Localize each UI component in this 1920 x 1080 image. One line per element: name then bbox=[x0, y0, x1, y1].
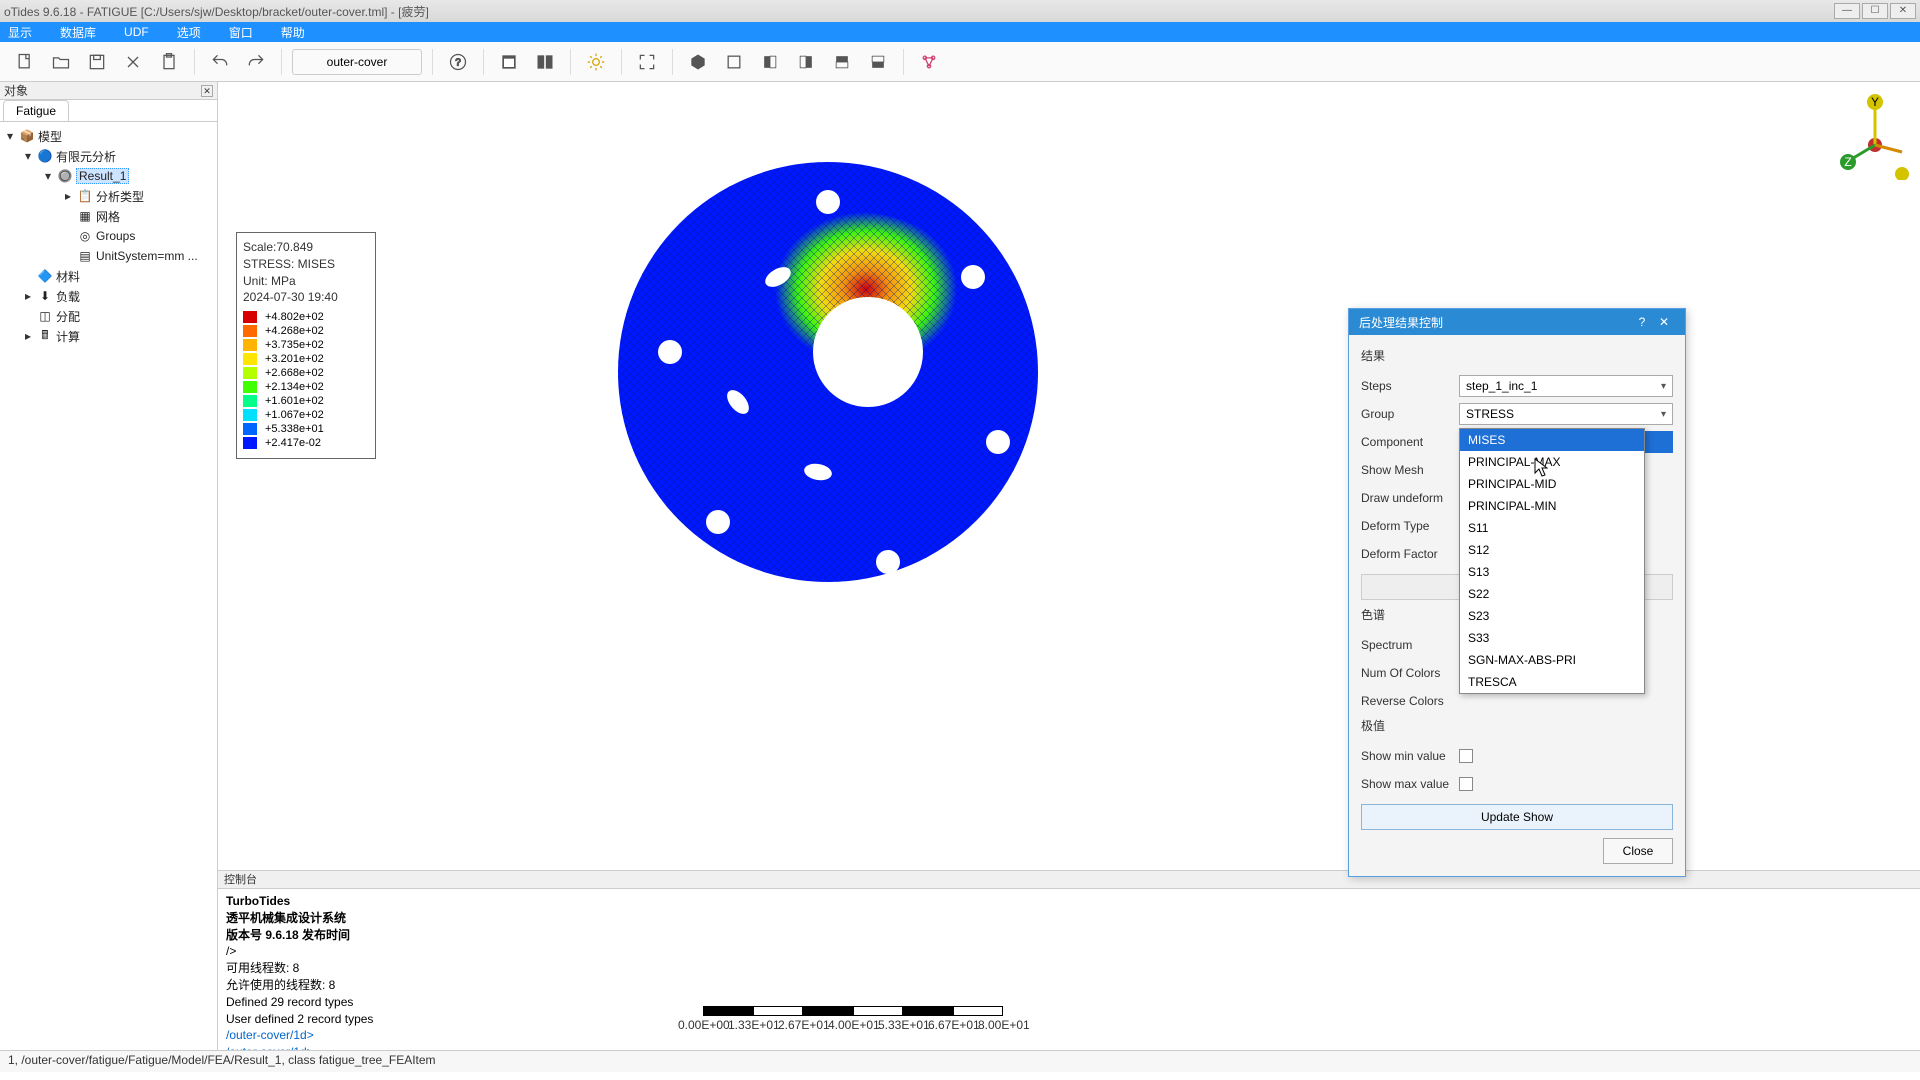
svg-text:Z: Z bbox=[1844, 155, 1851, 169]
mouse-cursor-icon bbox=[1534, 458, 1548, 478]
toolbar: outer-cover ? bbox=[0, 42, 1920, 82]
close-button[interactable]: Close bbox=[1603, 838, 1673, 864]
menu-database[interactable]: 数据库 bbox=[60, 24, 96, 41]
dropdown-option[interactable]: S23 bbox=[1460, 605, 1644, 627]
showmax-checkbox[interactable] bbox=[1459, 777, 1473, 791]
view-bottom-icon[interactable] bbox=[863, 47, 893, 77]
cube-icon: 📦 bbox=[19, 128, 35, 144]
legend-row: +4.268e+02 bbox=[243, 324, 369, 338]
light-icon[interactable] bbox=[581, 47, 611, 77]
fea-result-render bbox=[598, 142, 1058, 602]
legend-row: +3.735e+02 bbox=[243, 338, 369, 352]
delete-icon[interactable] bbox=[118, 47, 148, 77]
menu-udf[interactable]: UDF bbox=[124, 25, 149, 39]
new-file-icon[interactable] bbox=[10, 47, 40, 77]
result-icon: 🔘 bbox=[57, 168, 73, 184]
view-left-icon[interactable] bbox=[755, 47, 785, 77]
maximize-button[interactable]: ☐ bbox=[1862, 3, 1888, 19]
legend-row: +2.134e+02 bbox=[243, 380, 369, 394]
section-extreme: 极值 bbox=[1361, 717, 1673, 734]
chevron-down-icon: ▾ bbox=[1661, 409, 1666, 420]
postprocess-dialog: 后处理结果控制 ? ✕ 结果 Steps step_1_inc_1▾ Group… bbox=[1348, 308, 1686, 877]
window-multi-icon[interactable] bbox=[530, 47, 560, 77]
legend-row: +5.338e+01 bbox=[243, 422, 369, 436]
distribute-icon: ◫ bbox=[37, 308, 53, 324]
update-show-button[interactable]: Update Show bbox=[1361, 804, 1673, 830]
menu-window[interactable]: 窗口 bbox=[229, 24, 253, 41]
dropdown-option[interactable]: S33 bbox=[1460, 627, 1644, 649]
svg-text:Y: Y bbox=[1871, 95, 1879, 109]
dropdown-option[interactable]: PRINCIPAL-MIN bbox=[1460, 495, 1644, 517]
dropdown-option[interactable]: S11 bbox=[1460, 517, 1644, 539]
component-dropdown[interactable]: MISESPRINCIPAL-MAXPRINCIPAL-MIDPRINCIPAL… bbox=[1459, 428, 1645, 694]
open-folder-icon[interactable] bbox=[46, 47, 76, 77]
close-pane-icon[interactable]: ✕ bbox=[201, 85, 213, 97]
document-name[interactable]: outer-cover bbox=[292, 49, 422, 75]
groups-icon: ◎ bbox=[77, 228, 93, 244]
view-right-icon[interactable] bbox=[791, 47, 821, 77]
redo-icon[interactable] bbox=[241, 47, 271, 77]
showmin-checkbox[interactable] bbox=[1459, 749, 1473, 763]
molecule-icon[interactable] bbox=[914, 47, 944, 77]
analysis-icon: 📋 bbox=[77, 188, 93, 204]
dialog-close-icon[interactable]: ✕ bbox=[1653, 315, 1675, 329]
svg-text:?: ? bbox=[455, 57, 461, 68]
fit-icon[interactable] bbox=[632, 47, 662, 77]
dropdown-option[interactable]: PRINCIPAL-MAX bbox=[1460, 451, 1644, 473]
color-legend: Scale:70.849 STRESS: MISES Unit: MPa 202… bbox=[236, 232, 376, 459]
legend-row: +4.802e+02 bbox=[243, 310, 369, 324]
minimize-button[interactable]: — bbox=[1834, 3, 1860, 19]
units-icon: ▤ bbox=[77, 248, 93, 264]
console-panel: 控制台 TurboTides透平机械集成设计系统版本号 9.6.18 发布时间/… bbox=[218, 870, 1920, 1050]
chevron-down-icon: ▾ bbox=[1661, 381, 1666, 392]
legend-row: +2.668e+02 bbox=[243, 366, 369, 380]
compute-icon: 🖩 bbox=[37, 328, 53, 344]
status-bar: 1, /outer-cover/fatigue/Fatigue/Model/FE… bbox=[0, 1050, 1920, 1072]
view-front-icon[interactable] bbox=[719, 47, 749, 77]
help-icon[interactable]: ? bbox=[443, 47, 473, 77]
window-single-icon[interactable] bbox=[494, 47, 524, 77]
material-icon: 🔷 bbox=[37, 268, 53, 284]
dropdown-option[interactable]: SGN-MAX-ABS-PRI bbox=[1460, 649, 1644, 671]
menu-display[interactable]: 显示 bbox=[8, 24, 32, 41]
viewport-area: Scale:70.849 STRESS: MISES Unit: MPa 202… bbox=[218, 82, 1920, 1050]
tab-fatigue[interactable]: Fatigue bbox=[3, 100, 69, 121]
dropdown-option[interactable]: MISES bbox=[1460, 429, 1644, 451]
close-button[interactable]: ✕ bbox=[1890, 3, 1916, 19]
legend-row: +3.201e+02 bbox=[243, 352, 369, 366]
dialog-help-icon[interactable]: ? bbox=[1631, 315, 1653, 329]
section-result: 结果 bbox=[1361, 347, 1673, 364]
menu-options[interactable]: 选项 bbox=[177, 24, 201, 41]
view-top-icon[interactable] bbox=[827, 47, 857, 77]
fea-icon: 🔵 bbox=[37, 148, 53, 164]
legend-row: +1.067e+02 bbox=[243, 408, 369, 422]
legend-row: +1.601e+02 bbox=[243, 394, 369, 408]
title-text: oTides 9.6.18 - FATIGUE [C:/Users/sjw/De… bbox=[4, 3, 429, 20]
tab-row: Fatigue bbox=[0, 100, 217, 122]
tree-result-1[interactable]: Result_1 bbox=[76, 168, 129, 184]
left-pane: 对象 ✕ Fatigue ▾📦模型 ▾🔵有限元分析 ▾🔘Result_1 ▸📋分… bbox=[0, 82, 218, 1050]
clipboard-icon[interactable] bbox=[154, 47, 184, 77]
dialog-titlebar[interactable]: 后处理结果控制 ? ✕ bbox=[1349, 309, 1685, 335]
titlebar: oTides 9.6.18 - FATIGUE [C:/Users/sjw/De… bbox=[0, 0, 1920, 22]
load-icon: ⬇ bbox=[37, 288, 53, 304]
mesh-icon: ▦ bbox=[77, 208, 93, 224]
steps-combo[interactable]: step_1_inc_1▾ bbox=[1459, 375, 1673, 397]
dropdown-option[interactable]: S12 bbox=[1460, 539, 1644, 561]
menu-help[interactable]: 帮助 bbox=[281, 24, 305, 41]
menubar: 显示 数据库 UDF 选项 窗口 帮助 bbox=[0, 22, 1920, 42]
model-tree[interactable]: ▾📦模型 ▾🔵有限元分析 ▾🔘Result_1 ▸📋分析类型 ▦网格 ◎Grou… bbox=[0, 122, 217, 350]
console-output[interactable]: TurboTides透平机械集成设计系统版本号 9.6.18 发布时间/>可用线… bbox=[218, 889, 1920, 1050]
dropdown-option[interactable]: PRINCIPAL-MID bbox=[1460, 473, 1644, 495]
left-pane-header: 对象 ✕ bbox=[0, 82, 217, 100]
dropdown-option[interactable]: S22 bbox=[1460, 583, 1644, 605]
dropdown-option[interactable]: TRESCA bbox=[1460, 671, 1644, 693]
group-combo[interactable]: STRESS▾ bbox=[1459, 403, 1673, 425]
axis-triad-icon[interactable]: Y Z bbox=[1840, 90, 1910, 180]
undo-icon[interactable] bbox=[205, 47, 235, 77]
save-icon[interactable] bbox=[82, 47, 112, 77]
legend-row: +2.417e-02 bbox=[243, 436, 369, 450]
view-iso-icon[interactable] bbox=[683, 47, 713, 77]
dropdown-option[interactable]: S13 bbox=[1460, 561, 1644, 583]
